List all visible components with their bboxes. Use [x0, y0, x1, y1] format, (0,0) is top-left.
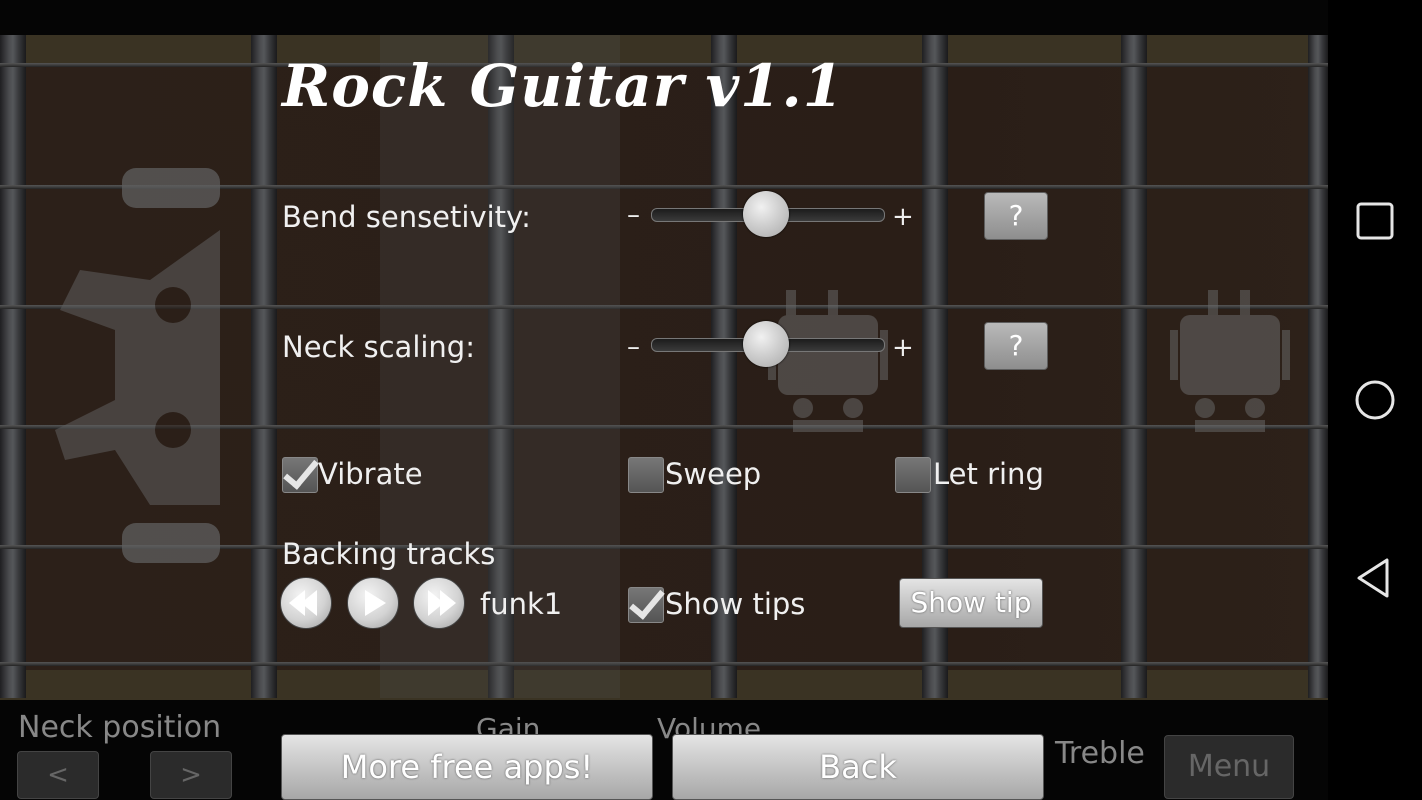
backing-track-name: funk1 — [480, 587, 563, 621]
let-ring-label: Let ring — [933, 457, 1044, 491]
fret-bar — [1308, 35, 1328, 698]
home-icon[interactable] — [1354, 379, 1396, 421]
neck-prev-button[interactable]: < — [17, 751, 99, 799]
treble-label: Treble — [1055, 736, 1145, 771]
logo-watermark-top — [122, 168, 220, 208]
rewind-button[interactable] — [280, 577, 332, 629]
show-tips-checkbox[interactable] — [628, 587, 664, 623]
android-icon — [768, 290, 888, 432]
neck-position-label: Neck position — [18, 710, 222, 745]
play-icon — [365, 590, 386, 616]
neck-plus-sign: + — [892, 333, 914, 363]
show-tip-button[interactable]: Show tip — [899, 578, 1043, 628]
rewind-icon — [289, 590, 317, 616]
sweep-label: Sweep — [665, 457, 762, 491]
more-free-apps-button[interactable]: More free apps! — [281, 734, 653, 800]
back-nav-icon[interactable] — [1354, 557, 1396, 599]
menu-button[interactable]: Menu — [1164, 735, 1294, 799]
recent-apps-icon[interactable] — [1354, 200, 1396, 242]
sweep-checkbox[interactable] — [628, 457, 664, 493]
play-button[interactable] — [347, 577, 399, 629]
back-button[interactable]: Back — [672, 734, 1044, 800]
logo-watermark-icon — [55, 230, 220, 505]
neck-scaling-label: Neck scaling: — [282, 330, 475, 364]
fret-bar — [1121, 35, 1147, 698]
bend-plus-sign: + — [892, 202, 914, 232]
vibrate-checkbox[interactable] — [282, 457, 318, 493]
vibrate-label: Vibrate — [318, 457, 423, 491]
let-ring-checkbox[interactable] — [895, 457, 931, 493]
guitar-string — [0, 662, 1328, 666]
app-screen: Rock Guitar v1.1 Bend sensetivity: – + ?… — [0, 0, 1328, 800]
neck-next-button[interactable]: > — [150, 751, 232, 799]
logo-watermark-bottom — [122, 523, 220, 563]
fast-forward-button[interactable] — [413, 577, 465, 629]
backing-tracks-label: Backing tracks — [282, 537, 496, 571]
guitar-fretboard[interactable] — [0, 35, 1328, 700]
bend-minus-sign: – — [627, 200, 640, 230]
app-title: Rock Guitar v1.1 — [282, 52, 845, 120]
bend-sensitivity-label: Bend sensetivity: — [282, 200, 531, 234]
bend-help-button[interactable]: ? — [984, 192, 1048, 240]
fret-bar — [0, 35, 26, 698]
show-tips-label: Show tips — [665, 587, 806, 621]
android-icon — [1170, 290, 1290, 432]
neck-help-button[interactable]: ? — [984, 322, 1048, 370]
fast-forward-icon — [428, 590, 456, 616]
fret-bar — [251, 35, 277, 698]
neck-minus-sign: – — [627, 332, 640, 362]
